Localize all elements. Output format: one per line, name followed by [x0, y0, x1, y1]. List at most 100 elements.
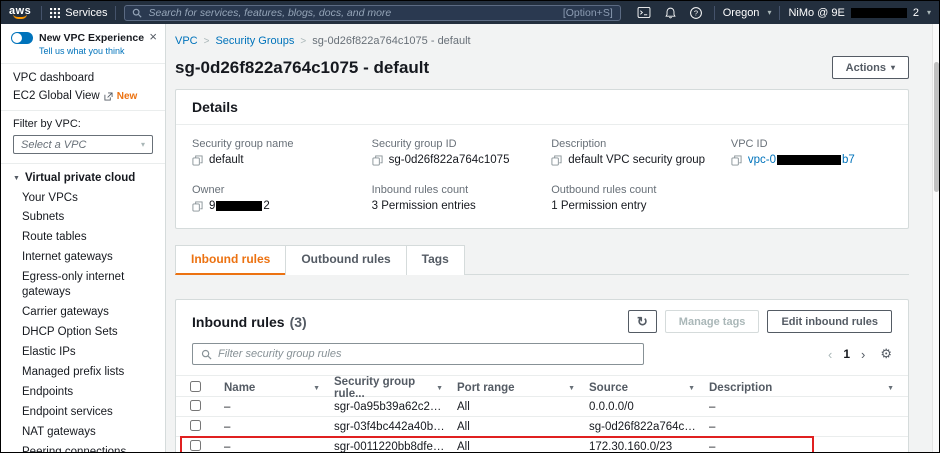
owner-value: 92 [209, 200, 270, 212]
chevron-down-icon: ▾ [891, 63, 895, 72]
rule-id[interactable]: sgr-0011220bb8dfeb1... [334, 441, 457, 453]
sidebar-item-nat-gateways[interactable]: NAT gateways [1, 422, 165, 442]
aws-logo[interactable]: aws [9, 6, 31, 19]
sidebar-item-managed-prefix-lists[interactable]: Managed prefix lists [1, 362, 165, 382]
breadcrumb-separator: > [204, 36, 210, 47]
edit-inbound-rules-button[interactable]: Edit inbound rules [767, 310, 892, 333]
filter-caret-icon[interactable]: ▼ [568, 385, 575, 392]
copy-icon[interactable] [551, 155, 562, 166]
copy-icon[interactable] [192, 155, 203, 166]
sidebar-item-ec2-global-view[interactable]: EC2 Global View New [1, 87, 165, 105]
field-owner: Owner 92 [192, 184, 362, 212]
pagination: ‹ 1 › ⚙ [828, 346, 892, 362]
close-icon[interactable]: × [149, 30, 157, 43]
sidebar-item-your-vpcs[interactable]: Your VPCs [1, 188, 165, 208]
filter-caret-icon[interactable]: ▼ [688, 385, 695, 392]
row-checkbox[interactable] [190, 420, 201, 431]
search-icon [201, 349, 212, 360]
table-row[interactable]: – sgr-0a95b39a62c20084c All 0.0.0.0/0 – [176, 397, 908, 417]
current-page[interactable]: 1 [843, 347, 850, 361]
sidebar-item-peering-connections[interactable]: Peering connections [1, 442, 165, 452]
vertical-scrollbar[interactable] [932, 24, 939, 452]
filter-caret-icon[interactable]: ▼ [887, 385, 894, 392]
rules-filter[interactable] [192, 343, 644, 365]
details-grid: Security group name default Security gro… [176, 125, 908, 228]
new-badge: New [117, 91, 138, 102]
global-search[interactable]: Search for services, features, blogs, do… [124, 5, 620, 21]
row-checkbox[interactable] [190, 400, 201, 411]
vpc-filter-block: Filter by VPC: Select a VPC ▾ [1, 111, 165, 164]
filter-caret-icon[interactable]: ▼ [313, 385, 320, 392]
manage-tags-button[interactable]: Manage tags [665, 310, 760, 333]
aws-smile [13, 14, 27, 19]
field-description: Description default VPC security group [551, 138, 721, 166]
sidebar-item-vpc-dashboard[interactable]: VPC dashboard [1, 69, 165, 87]
account-menu[interactable]: NiMo @ 9E 2 ▾ [788, 7, 931, 19]
refresh-button[interactable]: ↻ [628, 310, 657, 333]
sidebar-item-carrier-gateways[interactable]: Carrier gateways [1, 303, 165, 323]
filter-by-vpc-label: Filter by VPC: [13, 118, 153, 130]
sidebar-item-dhcp-option-sets[interactable]: DHCP Option Sets [1, 323, 165, 343]
help-icon[interactable]: ? [690, 7, 702, 19]
copy-icon[interactable] [192, 201, 203, 212]
notifications-bell-icon[interactable] [665, 7, 676, 19]
column-source: Source▼ [589, 382, 709, 394]
breadcrumb-vpc[interactable]: VPC [175, 35, 198, 47]
table-row-highlighted[interactable]: – sgr-0011220bb8dfeb1... All 172.30.160.… [176, 437, 908, 452]
copy-icon[interactable] [731, 155, 742, 166]
services-grid-icon [50, 8, 60, 18]
rule-id[interactable]: sgr-03f4bc442a40baa4e [334, 421, 457, 433]
sidebar-item-elastic-ips[interactable]: Elastic IPs [1, 343, 165, 363]
sidebar-item-egress-only-internet-gateways[interactable]: Egress-only internet gateways [1, 268, 165, 303]
divider [115, 6, 116, 20]
sidebar-item-endpoints[interactable]: Endpoints [1, 382, 165, 402]
actions-button[interactable]: Actions ▾ [832, 56, 909, 79]
services-menu[interactable]: Services [50, 7, 107, 19]
caret-down-icon: ▼ [13, 175, 20, 182]
column-name: Name▼ [224, 382, 334, 394]
sidebar-item-internet-gateways[interactable]: Internet gateways [1, 248, 165, 268]
next-page-button[interactable]: › [861, 347, 865, 362]
sidebar-nav: ▼ Virtual private cloud Your VPCs Subnet… [1, 164, 165, 452]
select-all-checkbox[interactable] [190, 381, 201, 392]
region-selector[interactable]: Oregon ▾ [723, 7, 772, 19]
field-inbound-rules-count: Inbound rules count 3 Permission entries [372, 184, 542, 212]
details-title: Details [176, 90, 908, 125]
settings-gear-icon[interactable]: ⚙ [880, 346, 892, 362]
tab-inbound-rules[interactable]: Inbound rules [175, 245, 285, 275]
sidebar-item-route-tables[interactable]: Route tables [1, 228, 165, 248]
breadcrumb-security-groups[interactable]: Security Groups [215, 35, 294, 47]
vpc-id-link[interactable]: vpc-0b7 [748, 154, 855, 166]
cloudshell-icon[interactable] [637, 7, 651, 18]
new-experience-toggle[interactable] [11, 32, 33, 44]
scrollbar-thumb[interactable] [934, 62, 939, 192]
column-description: Description▼ [709, 382, 908, 394]
tab-outbound-rules[interactable]: Outbound rules [285, 245, 405, 275]
copy-icon[interactable] [372, 155, 383, 166]
aws-vpc-console: aws Services Search for services, featur… [0, 0, 940, 453]
tab-tags[interactable]: Tags [406, 245, 465, 275]
table-header: Name▼ Security group rule...▼ Port range… [176, 375, 908, 397]
rules-filter-input[interactable] [218, 348, 635, 360]
row-checkbox[interactable] [190, 440, 201, 451]
column-port-range: Port range▼ [457, 382, 589, 394]
field-vpc-id: VPC ID vpc-0b7 [731, 138, 892, 166]
sidebar-item-endpoint-services[interactable]: Endpoint services [1, 402, 165, 422]
svg-text:?: ? [694, 8, 698, 17]
chevron-down-icon: ▾ [141, 140, 145, 149]
table-row[interactable]: – sgr-03f4bc442a40baa4e All sg-0d26f822a… [176, 417, 908, 437]
vpc-filter-select[interactable]: Select a VPC ▾ [13, 135, 153, 154]
detail-tabs: Inbound rules Outbound rules Tags [175, 245, 909, 275]
search-icon [132, 8, 142, 18]
banner-feedback-link[interactable]: Tell us what you think [39, 46, 155, 56]
field-outbound-rules-count: Outbound rules count 1 Permission entry [551, 184, 721, 212]
previous-page-button[interactable]: ‹ [828, 347, 832, 362]
filter-caret-icon[interactable]: ▼ [436, 385, 443, 392]
page-header: sg-0d26f822a764c1075 - default Actions ▾ [175, 49, 909, 89]
sidebar-top-links: VPC dashboard EC2 Global View New [1, 64, 165, 111]
section-virtual-private-cloud[interactable]: ▼ Virtual private cloud [1, 164, 165, 188]
region-label: Oregon [723, 7, 760, 19]
rule-id[interactable]: sgr-0a95b39a62c20084c [334, 401, 457, 413]
sidebar-item-subnets[interactable]: Subnets [1, 208, 165, 228]
keyboard-shortcut: [Option+S] [563, 7, 613, 19]
